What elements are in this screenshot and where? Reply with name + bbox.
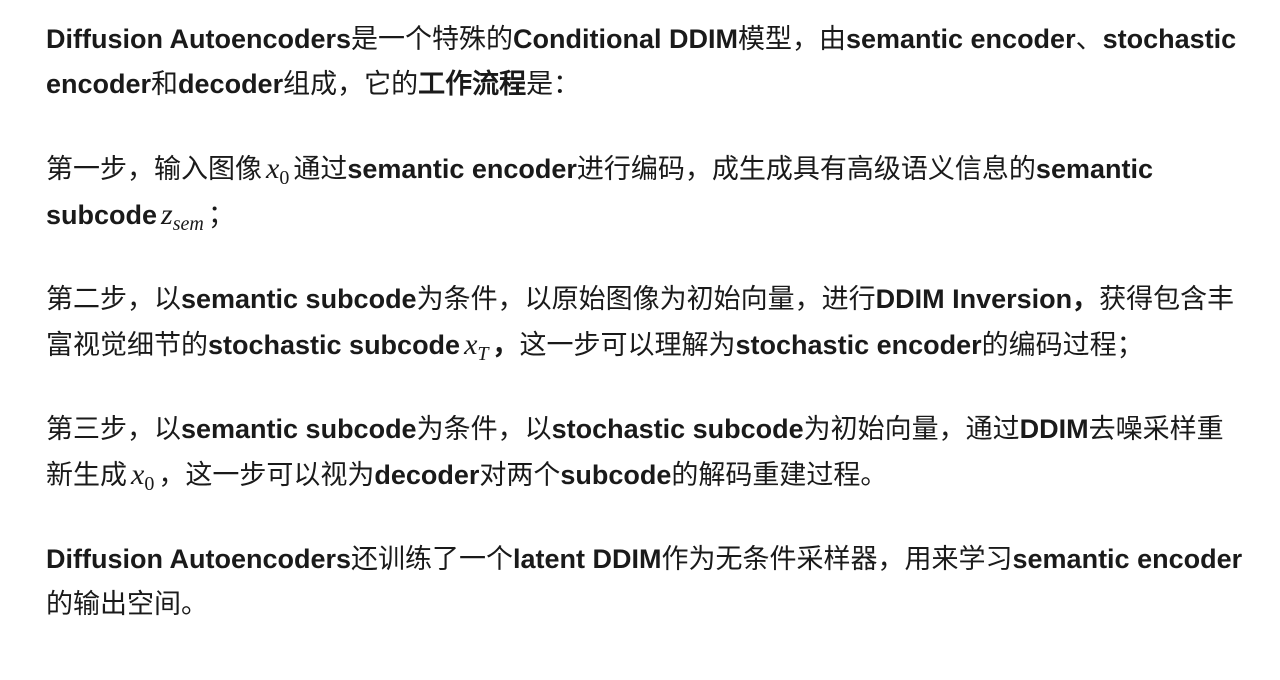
term-stochastic-subcode: stochastic subcode <box>551 414 804 444</box>
intro-text-2: 模型，由 <box>737 24 846 55</box>
term-diffusion-autoencoders: Diffusion Autoencoders <box>46 24 352 54</box>
step1-text-4: ； <box>207 200 235 231</box>
step2-paragraph: 第二步，以semantic subcode为条件，以原始图像为初始向量，进行DD… <box>46 277 1244 368</box>
step3-text-2: 为条件，以 <box>416 414 552 445</box>
term-ddim-inversion: DDIM Inversion， <box>875 284 1100 314</box>
step2-text-1: 第二步，以 <box>46 284 181 315</box>
step3-text-1: 第三步，以 <box>46 414 181 445</box>
outro-paragraph: Diffusion Autoencoders还训练了一个latent DDIM作… <box>46 537 1244 627</box>
term-ddim: DDIM <box>1019 414 1089 444</box>
math-z-sem: zsem <box>157 198 208 234</box>
math-var: x <box>464 328 478 361</box>
math-subscript: T <box>477 343 489 365</box>
term-conditional-ddim: Conditional DDIM <box>513 24 738 54</box>
term-semantic-subcode: semantic subcode <box>181 284 417 314</box>
step1-text-3: 进行编码，成生成具有高级语义信息的 <box>576 154 1036 185</box>
outro-text-3: 的输出空间。 <box>46 589 208 620</box>
step3-text-3: 为初始向量，通过 <box>803 414 1020 445</box>
math-var: z <box>161 198 173 231</box>
step3-text-5: ，这一步可以视为 <box>158 460 375 491</box>
intro-text-6: 是： <box>526 69 581 100</box>
term-workflow: 工作流程 <box>418 69 527 99</box>
bold-comma: ， <box>492 330 520 360</box>
intro-text-5: 组成，它的 <box>283 69 419 100</box>
intro-text-4: 和 <box>151 69 179 100</box>
outro-text-1: 还训练了一个 <box>351 544 514 575</box>
step3-text-6: 对两个 <box>479 460 561 491</box>
term-semantic-encoder: semantic encoder <box>347 154 577 184</box>
term-decoder: decoder <box>374 460 480 490</box>
article-body: Diffusion Autoencoders是一个特殊的Conditional … <box>0 0 1280 680</box>
step2-text-2: 为条件，以原始图像为初始向量，进行 <box>416 284 876 315</box>
step1-text-2: 通过 <box>293 154 348 185</box>
term-semantic-subcode: semantic subcode <box>181 414 417 444</box>
math-x0: x0 <box>262 152 293 188</box>
intro-text-3: 、 <box>1075 24 1103 55</box>
step1-paragraph: 第一步，输入图像 x0 通过semantic encoder进行编码，成生成具有高级… <box>46 146 1244 238</box>
term-semantic-encoder: semantic encoder <box>1012 544 1243 574</box>
term-stochastic-subcode: stochastic subcode <box>208 330 461 360</box>
math-var: x <box>131 458 145 491</box>
term-subcode: subcode <box>560 460 672 490</box>
intro-paragraph: Diffusion Autoencoders是一个特殊的Conditional … <box>46 17 1244 107</box>
math-var: x <box>266 152 280 185</box>
outro-text-2: 作为无条件采样器，用来学习 <box>661 544 1013 575</box>
step3-text-7: 的解码重建过程。 <box>671 460 888 491</box>
term-diffusion-autoencoders: Diffusion Autoencoders <box>46 544 352 574</box>
intro-text-1: 是一个特殊的 <box>351 24 514 55</box>
math-x0: x0 <box>127 458 158 494</box>
math-subscript: 0 <box>279 167 290 189</box>
math-subscript: sem <box>172 213 204 235</box>
term-stochastic-encoder: stochastic encoder <box>735 330 982 360</box>
term-decoder: decoder <box>178 69 284 99</box>
step1-text-1: 第一步，输入图像 <box>46 154 262 185</box>
step2-text-5: 的编码过程； <box>981 330 1144 361</box>
step2-text-4: 这一步可以理解为 <box>519 330 736 361</box>
term-semantic-encoder: semantic encoder <box>845 24 1076 54</box>
math-xT: xT <box>460 328 492 364</box>
math-subscript: 0 <box>144 473 155 495</box>
term-latent-ddim: latent DDIM <box>513 544 662 574</box>
step3-paragraph: 第三步，以semantic subcode为条件，以stochastic sub… <box>46 407 1244 498</box>
